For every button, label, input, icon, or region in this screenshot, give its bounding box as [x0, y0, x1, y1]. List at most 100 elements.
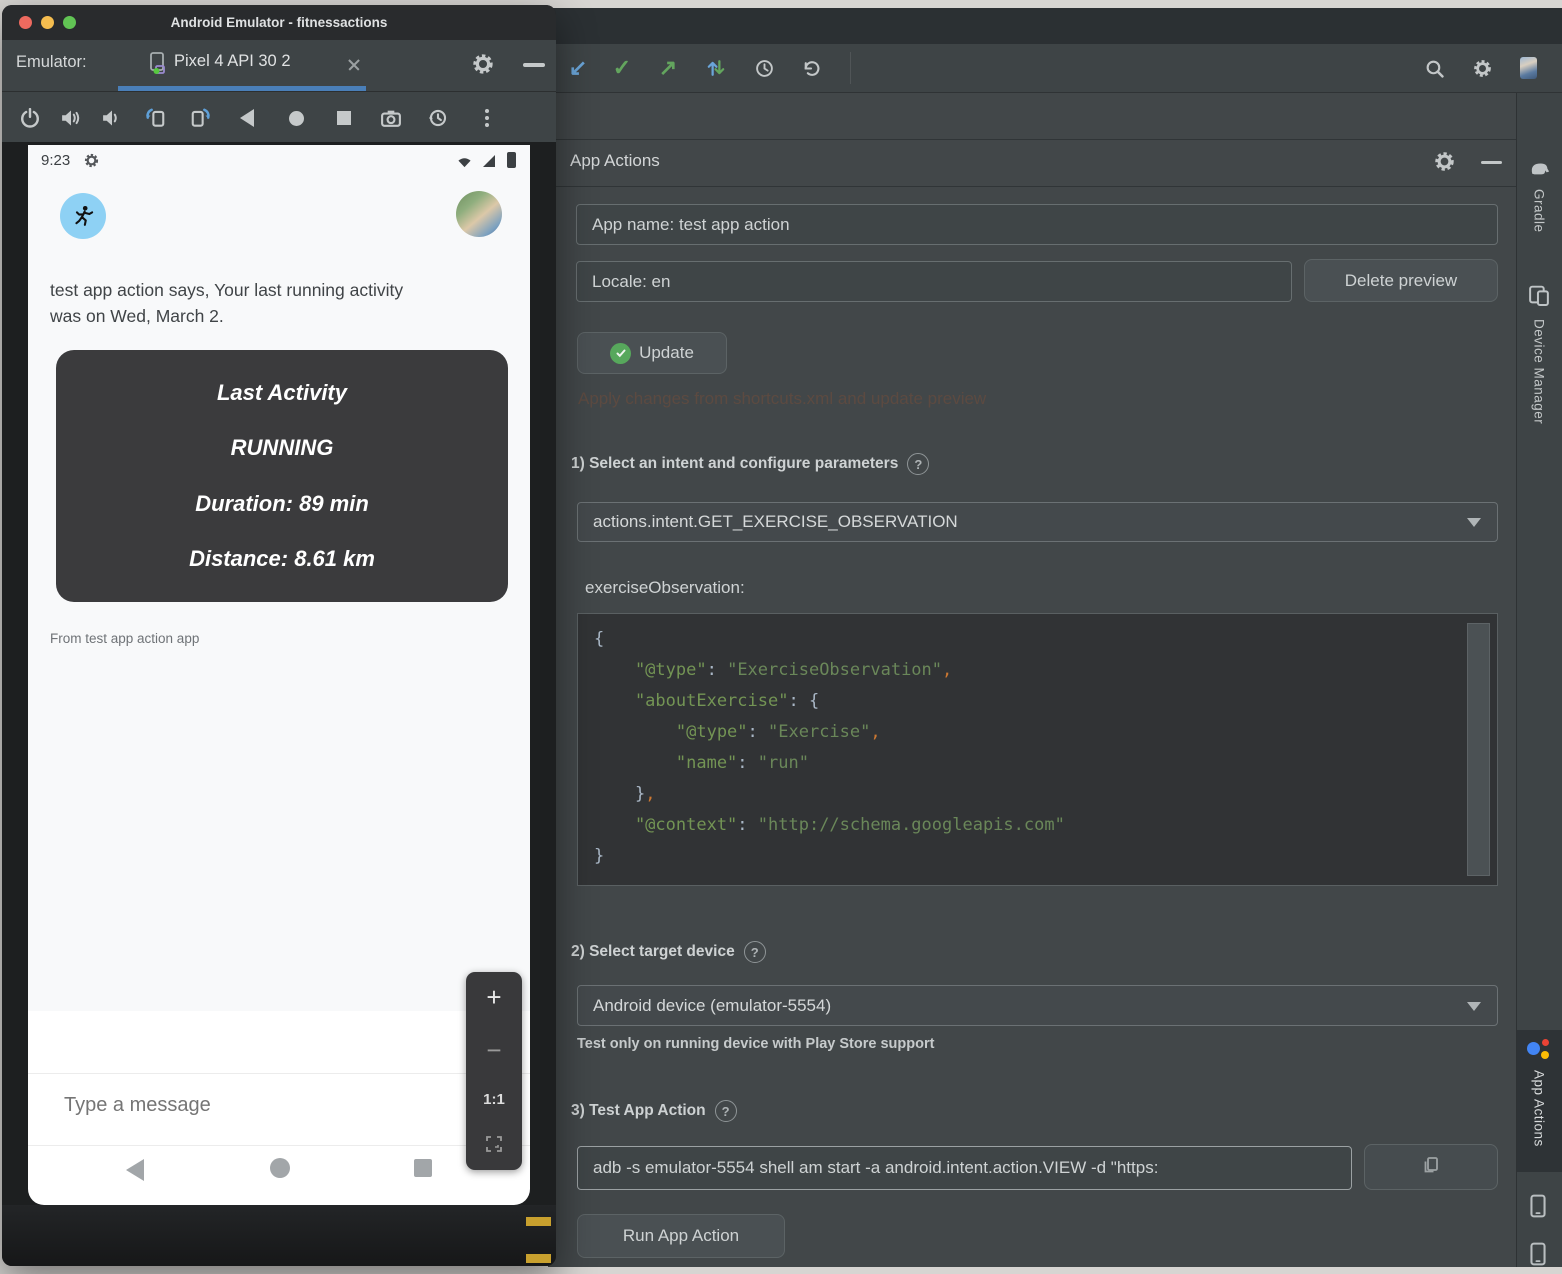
- intent-dropdown[interactable]: actions.intent.GET_EXERCISE_OBSERVATION: [577, 502, 1498, 542]
- zoom-actual-size-button[interactable]: 1:1: [483, 1091, 505, 1108]
- tool-tab-app-actions-label: App Actions: [1532, 1070, 1547, 1147]
- card-distance: Distance: 8.61 km: [189, 546, 375, 572]
- close-traffic-light[interactable]: [19, 16, 32, 29]
- emulator-bottom-chrome: [2, 1205, 556, 1266]
- update-project-icon[interactable]: ↙: [566, 56, 590, 80]
- update-check-icon: [610, 343, 631, 364]
- power-icon[interactable]: [17, 105, 43, 131]
- code-line: }: [594, 841, 1481, 872]
- emulator-tab-bar: Emulator: Pixel 4 API 30 2: [2, 40, 556, 91]
- user-profile-avatar[interactable]: [456, 191, 502, 237]
- emulator-settings-gear-icon[interactable]: [472, 53, 494, 75]
- avd-tab-label[interactable]: Pixel 4 API 30 2: [174, 52, 291, 71]
- nav-overview-button[interactable]: [414, 1159, 432, 1177]
- snapshot-history-icon[interactable]: [425, 105, 451, 131]
- push-icon[interactable]: ↗: [656, 56, 680, 80]
- card-title: Last Activity: [217, 380, 347, 406]
- param-name-label: exerciseObservation:: [585, 578, 745, 598]
- nav-home-button[interactable]: [270, 1158, 290, 1178]
- fitness-app-icon[interactable]: [60, 193, 106, 239]
- zoom-traffic-light[interactable]: [63, 16, 76, 29]
- emulator-minimize-icon[interactable]: [523, 63, 545, 67]
- local-history-icon[interactable]: [752, 56, 776, 80]
- back-icon[interactable]: [234, 105, 260, 131]
- nav-back-button[interactable]: [126, 1159, 144, 1181]
- gradle-elephant-icon: [1528, 158, 1550, 181]
- studio-titlebar: [548, 8, 1562, 44]
- delete-preview-label: Delete preview: [1345, 271, 1457, 291]
- status-gear-icon: [84, 153, 99, 168]
- toolbar-separator: [850, 52, 851, 84]
- studio-main-toolbar: ↙ ✓ ↗: [548, 44, 1562, 93]
- card-duration: Duration: 89 min: [195, 491, 369, 517]
- code-line: "aboutExercise": {: [594, 686, 1481, 717]
- locale-field[interactable]: [576, 261, 1292, 302]
- adb-command-input[interactable]: [593, 1158, 1336, 1178]
- input-divider-bottom: [28, 1145, 530, 1146]
- search-everywhere-icon[interactable]: [1422, 56, 1446, 80]
- sync-icon[interactable]: [704, 56, 728, 80]
- card-activity-state: RUNNING: [231, 435, 334, 461]
- volume-down-icon[interactable]: [99, 105, 125, 131]
- emulator-zoom-controls: + − 1:1: [466, 972, 522, 1170]
- emulator-window-title: Android Emulator - fitnessactions: [2, 5, 556, 40]
- app-name-input[interactable]: [592, 215, 1482, 235]
- editor-scrollbar[interactable]: [1467, 623, 1490, 876]
- step2-help-icon[interactable]: ?: [744, 941, 766, 963]
- panel-title: App Actions: [570, 151, 660, 171]
- code-line: },: [594, 779, 1481, 810]
- user-avatar[interactable]: [1516, 56, 1540, 80]
- last-activity-card[interactable]: Last Activity RUNNING Duration: 89 min D…: [56, 350, 508, 602]
- device-hint: Test only on running device with Play St…: [577, 1036, 934, 1052]
- run-app-action-button[interactable]: Run App Action: [577, 1214, 785, 1258]
- panel-minimize-icon[interactable]: [1481, 161, 1502, 164]
- cut-off-tool-tab-icon[interactable]: [1528, 1242, 1548, 1271]
- step3-help-icon[interactable]: ?: [715, 1100, 737, 1122]
- delete-preview-button[interactable]: Delete preview: [1304, 259, 1498, 302]
- step2-label: 2) Select target device: [571, 943, 735, 961]
- rotate-left-icon[interactable]: [142, 105, 168, 131]
- rollback-icon[interactable]: [798, 56, 822, 80]
- adb-command-field[interactable]: [577, 1146, 1352, 1190]
- screenshot-camera-icon[interactable]: [378, 105, 404, 131]
- warning-stripe-mark: [526, 1254, 551, 1263]
- rotate-right-icon[interactable]: [188, 105, 214, 131]
- device-dropdown-value: Android device (emulator-5554): [593, 996, 831, 1016]
- emulator-tool-tab-icon[interactable]: [1528, 1194, 1548, 1223]
- message-input[interactable]: [62, 1093, 386, 1118]
- step1-help-icon[interactable]: ?: [907, 453, 929, 475]
- card-source-caption: From test app action app: [50, 631, 199, 646]
- more-options-icon[interactable]: [474, 105, 500, 131]
- commit-icon[interactable]: ✓: [610, 56, 634, 80]
- panel-top-divider: [548, 139, 1516, 140]
- app-name-field[interactable]: [576, 204, 1498, 245]
- step2-label-row: 2) Select target device ?: [571, 941, 766, 963]
- update-hint-text: Apply changes from shortcuts.xml and upd…: [578, 389, 986, 409]
- tool-tab-gradle[interactable]: Gradle: [1516, 158, 1562, 233]
- minimize-traffic-light[interactable]: [41, 16, 54, 29]
- step1-label: 1) Select an intent and configure parame…: [571, 455, 898, 473]
- panel-gear-icon[interactable]: [1434, 151, 1455, 172]
- update-button[interactable]: Update: [577, 332, 727, 374]
- tool-tab-app-actions[interactable]: App Actions: [1516, 1038, 1562, 1147]
- zoom-in-button[interactable]: +: [486, 984, 501, 1010]
- copy-command-button[interactable]: [1364, 1144, 1498, 1190]
- zoom-out-button[interactable]: −: [486, 1037, 501, 1063]
- zoom-fit-button[interactable]: [485, 1135, 503, 1158]
- device-manager-icon: [1528, 282, 1550, 311]
- input-divider-top: [28, 1073, 530, 1074]
- settings-gear-icon[interactable]: [1470, 56, 1494, 80]
- tool-tab-gradle-label: Gradle: [1532, 189, 1547, 233]
- step1-label-row: 1) Select an intent and configure parame…: [571, 453, 929, 475]
- emulator-toolbar: [2, 91, 556, 142]
- device-dropdown[interactable]: Android device (emulator-5554): [577, 985, 1498, 1026]
- locale-input[interactable]: [592, 272, 1276, 292]
- home-icon[interactable]: [283, 105, 309, 131]
- volume-up-icon[interactable]: [58, 105, 84, 131]
- overview-icon[interactable]: [331, 105, 357, 131]
- tool-tab-device-manager[interactable]: Device Manager: [1516, 282, 1562, 424]
- update-label: Update: [639, 343, 694, 363]
- emulator-window: Android Emulator - fitnessactions Emulat…: [2, 5, 556, 1266]
- battery-icon: [507, 152, 516, 168]
- exercise-observation-editor[interactable]: { "@type": "ExerciseObservation", "about…: [577, 613, 1498, 886]
